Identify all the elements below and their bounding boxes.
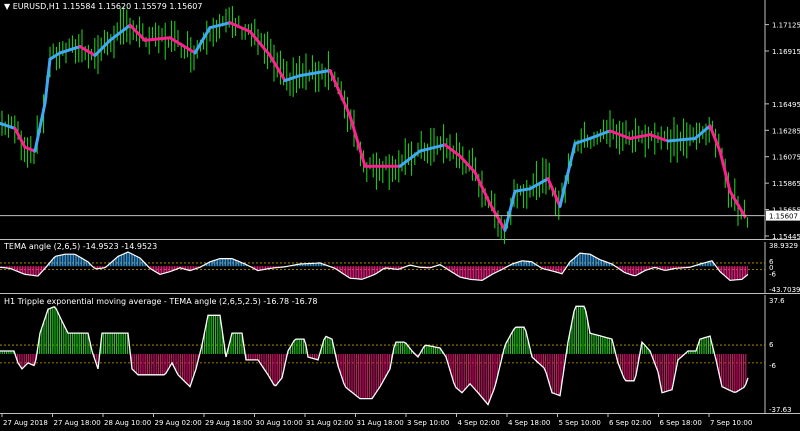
price-tick-label: 1.16915 xyxy=(772,48,800,56)
indicator1-scale-label: 38.9329 xyxy=(769,242,798,250)
time-tick-label: 3 Sep 10:00 xyxy=(407,419,449,427)
time-tick-label: 31 Aug 02:00 xyxy=(306,419,353,427)
indicator2-header: H1 Tripple exponential moving average - … xyxy=(4,297,317,307)
indicator2-scale-label: 37.6 xyxy=(769,297,785,305)
indicator2-title: H1 Tripple exponential moving average - … xyxy=(4,297,261,306)
ohlc-values: 1.15584 1.15620 1.15579 1.15607 xyxy=(62,2,203,11)
time-tick-label: 7 Sep 10:00 xyxy=(710,419,752,427)
price-tick-label: 1.16495 xyxy=(772,101,800,109)
time-tick-label: 6 Sep 02:00 xyxy=(609,419,651,427)
indicator2-histogram xyxy=(0,305,749,406)
indicator1-histogram xyxy=(0,251,749,282)
indicator2-values: -16.78 -16.78 xyxy=(263,297,318,306)
time-tick-label: 4 Sep 02:00 xyxy=(458,419,500,427)
time-tick-label: 29 Aug 18:00 xyxy=(205,419,252,427)
price-tick-label: 1.17125 xyxy=(772,22,800,30)
time-tick-label: 29 Aug 02:00 xyxy=(155,419,202,427)
indicator1-scale-label: -43.7039 xyxy=(769,286,800,294)
indicator2-scale-label: 6 xyxy=(769,341,774,349)
chart-svg: 1.17125 1.16915 1.16495 1.16285 1.16075 1.158… xyxy=(0,0,800,427)
price-tick-label: 1.15445 xyxy=(772,233,800,241)
indicator2-panel[interactable]: 37.6 6 -6 -37.63 xyxy=(0,295,800,414)
time-tick-label: 28 Aug 10:00 xyxy=(104,419,151,427)
time-axis: 27 Aug 2018 27 Aug 18:00 28 Aug 10:00 29 Au… xyxy=(1,413,752,427)
time-tick-label: 31 Aug 18:00 xyxy=(357,419,404,427)
indicator1-axis: 38.932960-6-43.7039 xyxy=(769,242,800,294)
time-tick-label: 27 Aug 18:00 xyxy=(54,419,101,427)
indicator1-scale-label: -6 xyxy=(769,270,777,278)
time-tick-label: 27 Aug 2018 xyxy=(3,419,48,427)
indicator2-scale-label: -37.63 xyxy=(769,406,792,414)
price-tick-label: 1.16285 xyxy=(772,127,800,135)
price-axis: 1.17125 1.16915 1.16495 1.16285 1.16075 1.158… xyxy=(765,22,800,241)
mt4-chart-window: 1.17125 1.16915 1.16495 1.16285 1.16075 1.158… xyxy=(0,0,800,431)
price-tick-label: 1.15865 xyxy=(772,180,800,188)
indicator1-title: TEMA angle (2,6,5) xyxy=(4,242,81,251)
chart-menu-triangle-icon[interactable]: ▼ xyxy=(4,2,10,11)
time-tick-label: 4 Sep 18:00 xyxy=(508,419,550,427)
chart-header: ▼ EURUSD,H1 1.15584 1.15620 1.15579 1.15… xyxy=(4,2,202,12)
current-price-label: 1.15607 xyxy=(769,213,798,221)
price-panel[interactable]: 1.17125 1.16915 1.16495 1.16285 1.16075 1.158… xyxy=(0,0,800,244)
time-tick-label: 6 Sep 18:00 xyxy=(660,419,702,427)
time-tick-label: 5 Sep 10:00 xyxy=(559,419,601,427)
indicator2-scale-label: -6 xyxy=(769,362,777,370)
indicator2-axis: 37.6 6 -6 -37.63 xyxy=(769,297,792,414)
indicator1-header: TEMA angle (2,6,5) -14.9523 -14.9523 xyxy=(4,242,157,252)
price-tick-label: 1.16075 xyxy=(772,154,800,162)
indicator1-values: -14.9523 -14.9523 xyxy=(82,242,158,251)
time-tick-label: 30 Aug 10:00 xyxy=(256,419,303,427)
symbol-timeframe: EURUSD,H1 xyxy=(12,2,60,11)
